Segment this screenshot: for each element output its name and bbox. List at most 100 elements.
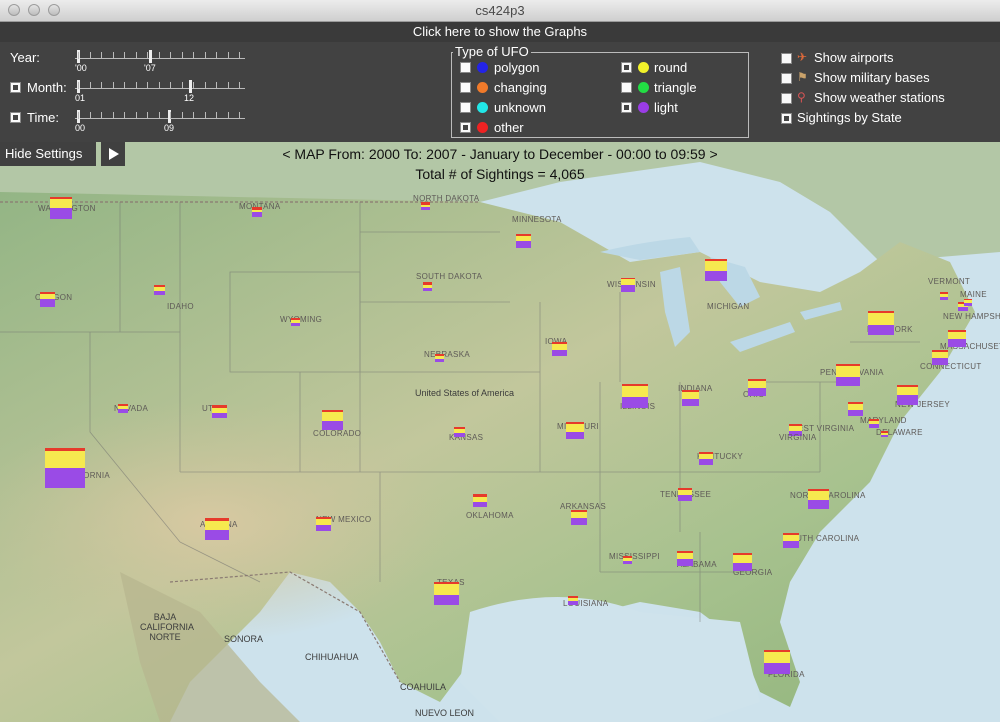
- unknown-label: unknown: [494, 100, 547, 115]
- year-label: Year:: [10, 50, 40, 65]
- state-sightings-bar-indiana[interactable]: [682, 390, 699, 406]
- slider-tick: [147, 112, 148, 119]
- slider-tick: [101, 82, 102, 89]
- other-checkbox[interactable]: [460, 122, 471, 133]
- state-sightings-bar-texas[interactable]: [434, 582, 459, 605]
- slider-tick: [78, 112, 79, 119]
- state-sightings-bar-kentucky[interactable]: [699, 452, 713, 465]
- weather-checkbox[interactable]: [781, 93, 792, 104]
- month-end-handle[interactable]: [189, 80, 192, 93]
- state-sightings-bar-oregon[interactable]: [40, 292, 55, 307]
- state-sightings-bar-pennsylvania[interactable]: [836, 364, 860, 386]
- year-end-handle[interactable]: [149, 50, 152, 63]
- light-segment: [677, 559, 693, 566]
- state-sightings-bar-wisconsin[interactable]: [621, 278, 635, 292]
- round-segment: [682, 391, 699, 399]
- changing-label: changing: [494, 80, 547, 95]
- state-sightings-bar-washington[interactable]: [50, 197, 72, 219]
- military-checkbox[interactable]: [781, 73, 792, 84]
- state-sightings-bar-massachusetts[interactable]: [948, 330, 966, 347]
- round-color-dot: [638, 62, 649, 73]
- state-sightings-bar-new-mexico[interactable]: [316, 517, 331, 531]
- round-checkbox[interactable]: [621, 62, 632, 73]
- light-segment: [881, 434, 888, 437]
- state-sightings-bar-tennessee[interactable]: [678, 488, 692, 501]
- state-sightings-bar-minnesota[interactable]: [516, 234, 531, 248]
- airports-checkbox[interactable]: [781, 53, 792, 64]
- show-graphs-button[interactable]: Click here to show the Graphs: [0, 22, 1000, 42]
- round-segment: [205, 520, 229, 531]
- state-sightings-bar-idaho[interactable]: [154, 285, 165, 295]
- light-segment: [322, 421, 343, 430]
- state-sightings-bar-wyoming[interactable]: [291, 318, 300, 326]
- unknown-checkbox[interactable]: [460, 102, 471, 113]
- slider-tick: [135, 52, 137, 59]
- polygon-checkbox[interactable]: [460, 62, 471, 73]
- state-sightings-bar-missouri[interactable]: [566, 422, 584, 439]
- triangle-checkbox[interactable]: [621, 82, 632, 93]
- light-segment: [568, 601, 578, 605]
- state-sightings-bar-oklahoma[interactable]: [473, 494, 487, 507]
- window-titlebar: cs424p3: [0, 0, 1000, 22]
- hide-settings-button[interactable]: Hide Settings: [0, 142, 96, 166]
- slider-tick: [193, 82, 194, 89]
- map-view[interactable]: < MAP From: 2000 To: 2007 - January to D…: [0, 142, 1000, 722]
- changing-checkbox[interactable]: [460, 82, 471, 93]
- region-label-sonora: SONORA: [224, 634, 264, 644]
- state-sightings-bar-north-carolina[interactable]: [808, 489, 829, 509]
- round-segment: [836, 365, 860, 377]
- state-sightings-bar-vermont[interactable]: [940, 292, 948, 300]
- state-sightings-bar-new-jersey[interactable]: [897, 385, 918, 405]
- state-sightings-bar-south-dakota[interactable]: [423, 282, 432, 291]
- state-sightings-bar-arizona[interactable]: [205, 518, 229, 540]
- by-state-checkbox[interactable]: [781, 113, 792, 124]
- state-sightings-bar-alabama[interactable]: [677, 551, 693, 566]
- state-sightings-bar-ohio[interactable]: [748, 379, 766, 396]
- light-segment: [552, 349, 567, 356]
- state-sightings-bar-montana[interactable]: [252, 207, 262, 217]
- state-sightings-bar-new-york[interactable]: [868, 311, 894, 335]
- state-sightings-bar-michigan[interactable]: [705, 259, 727, 281]
- state-sightings-bar-iowa[interactable]: [552, 342, 567, 356]
- state-sightings-bar-nevada[interactable]: [118, 404, 128, 413]
- state-sightings-bar-utah[interactable]: [212, 405, 227, 418]
- month-label: Month:: [27, 80, 67, 95]
- state-sightings-bar-florida[interactable]: [764, 650, 790, 674]
- light-segment: [154, 291, 165, 295]
- time-checkbox[interactable]: [10, 112, 21, 123]
- state-sightings-bar-mississippi[interactable]: [623, 556, 632, 564]
- light-checkbox[interactable]: [621, 102, 632, 113]
- state-sightings-bar-arkansas[interactable]: [571, 510, 587, 525]
- state-sightings-bar-colorado[interactable]: [322, 410, 343, 430]
- state-sightings-bar-california[interactable]: [45, 448, 85, 488]
- state-sightings-bar-maryland[interactable]: [869, 419, 879, 428]
- state-sightings-bar-delaware[interactable]: [881, 431, 888, 437]
- region-label-baja: BAJA CALIFORNIA NORTE: [140, 612, 195, 642]
- state-sightings-bar-connecticut[interactable]: [932, 350, 948, 365]
- state-sightings-bar-north-dakota[interactable]: [421, 202, 430, 210]
- slider-tick: [170, 112, 171, 119]
- slider-tick: [89, 52, 91, 59]
- light-segment: [622, 396, 648, 408]
- state-sightings-bar-maine[interactable]: [964, 299, 972, 306]
- state-sightings-bar-nebraska[interactable]: [435, 354, 444, 362]
- slider-tick: [204, 82, 206, 89]
- state-sightings-bar-kansas[interactable]: [454, 427, 465, 437]
- state-sightings-bar-south-carolina[interactable]: [783, 533, 799, 548]
- light-segment: [964, 303, 972, 306]
- slider-tick: [204, 52, 206, 59]
- play-icon[interactable]: [101, 142, 125, 166]
- light-segment: [868, 324, 894, 335]
- slider-tick: [181, 82, 183, 89]
- state-sightings-bar-georgia[interactable]: [733, 553, 752, 571]
- slider-tick: [181, 112, 183, 119]
- state-sightings-bar-illinois[interactable]: [622, 384, 648, 408]
- light-segment: [571, 518, 587, 525]
- light-segment: [252, 212, 262, 217]
- month-checkbox[interactable]: [10, 82, 21, 93]
- state-sightings-bar-louisiana[interactable]: [568, 596, 578, 605]
- state-sightings-bar-virginia[interactable]: [848, 402, 863, 416]
- region-label-chihuahua: CHIHUAHUA: [305, 652, 359, 662]
- slider-tick: [124, 112, 125, 119]
- light-segment: [423, 288, 432, 291]
